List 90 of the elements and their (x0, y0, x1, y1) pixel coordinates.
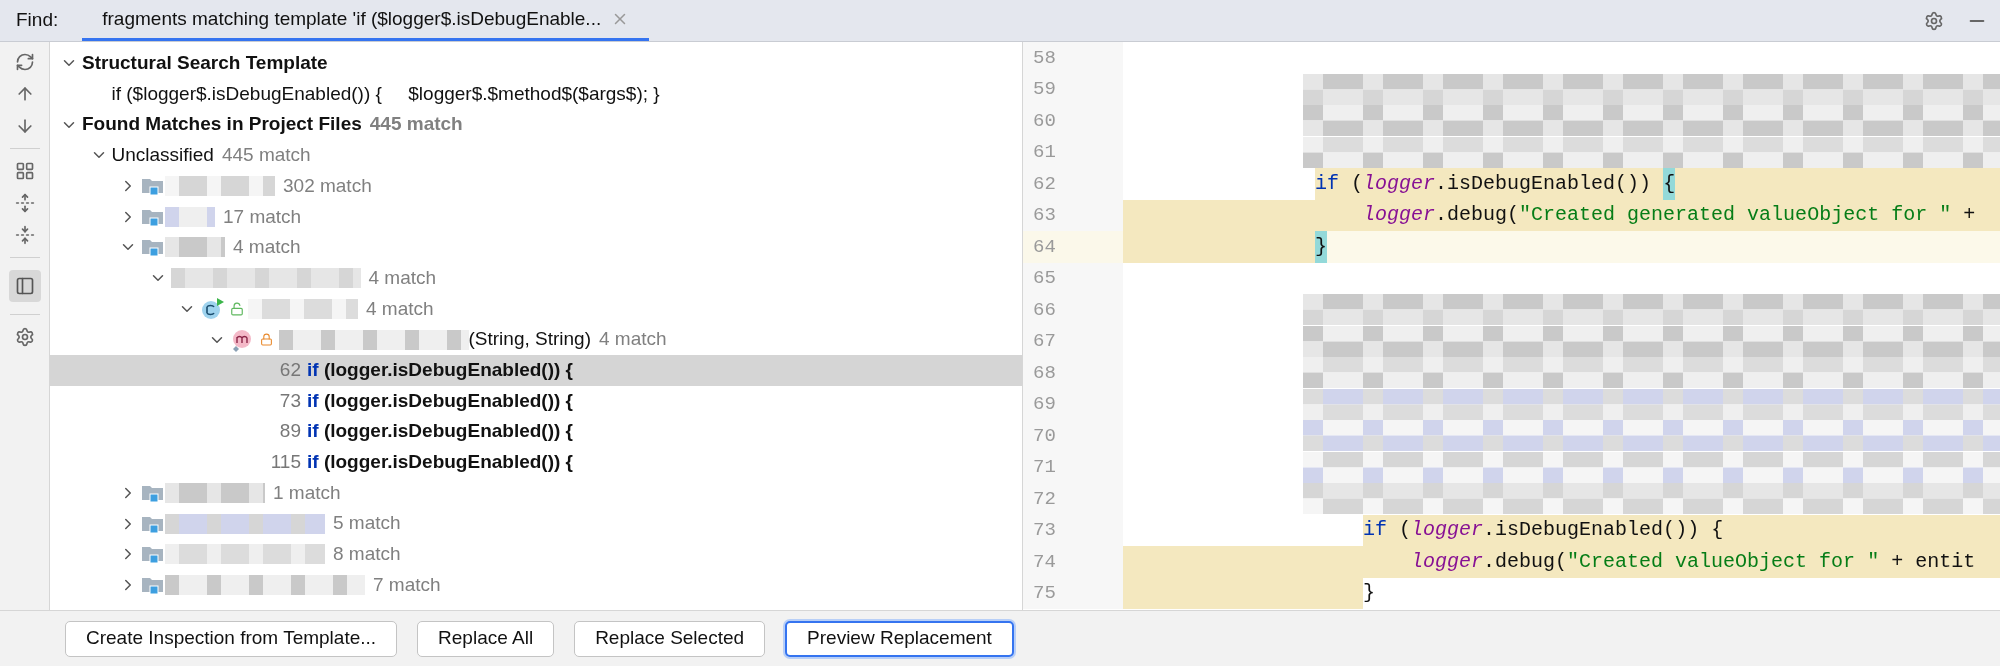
match-count: 7 match (373, 572, 441, 597)
match-count: 302 match (283, 173, 372, 198)
code-line: logger.debug("Created generated valueObject for " + (1123, 199, 2000, 231)
gutter-line-number: 72 (1023, 483, 1123, 515)
gutter-line-number: 63 (1023, 199, 1123, 231)
tab-title: fragments matching template 'if ($logger$.isDebugEnable... (102, 6, 602, 31)
tree-row[interactable]: 7 match (50, 569, 1022, 601)
code-line: if (logger.isDebugEnabled()) { (1123, 514, 2000, 546)
settings-icon[interactable] (1924, 10, 1944, 31)
match-count: 4 match (366, 296, 434, 321)
code-line: if (logger.isDebugEnabled()) { (1123, 168, 2000, 200)
match-count: 1 match (273, 480, 341, 505)
action-button[interactable]: Replace Selected (574, 620, 766, 657)
tree-row[interactable]: if ($logger$.isDebugEnabled()) { $logger$.$method$($args$); } (50, 78, 1022, 110)
action-button[interactable]: Create Inspection from Template... (65, 620, 398, 657)
match-row[interactable]: 115 if (logger.isDebugEnabled()) { (50, 446, 1022, 478)
redacted-text (165, 237, 225, 258)
gutter-line-number: 69 (1023, 388, 1123, 420)
find-label: Find: (16, 8, 59, 33)
panel-icon (14, 276, 35, 296)
gutter-line-number: 66 (1023, 294, 1123, 326)
gutter-line-number: 70 (1023, 420, 1123, 452)
match-code: if (logger.isDebugEnabled()) { (307, 357, 573, 382)
search-tab[interactable]: fragments matching template 'if ($logger$.isDebugEnable... (82, 0, 650, 41)
gutter-line-number: 65 (1023, 262, 1123, 294)
tree-row[interactable]: (String, String) 4 match (50, 324, 1022, 355)
settings-icon[interactable] (14, 327, 35, 347)
gutter-line-number: 75 (1023, 577, 1123, 609)
match-row[interactable]: 73 if (logger.isDebugEnabled()) { (50, 385, 1022, 417)
unlocked-icon (230, 301, 244, 316)
group-label: Unclassified (111, 143, 214, 168)
match-row[interactable]: 89 if (logger.isDebugEnabled()) { (50, 416, 1022, 447)
lock-icon (259, 333, 273, 347)
match-row[interactable]: 62 if (logger.isDebugEnabled()) { (50, 354, 1022, 386)
tree-row[interactable]: Found Matches in Project Files 445 match (50, 109, 1022, 141)
redacted-text (165, 206, 215, 227)
code-line: } (1123, 577, 2000, 609)
folder-icon (141, 237, 165, 258)
gutter-line-number: 74 (1023, 546, 1123, 578)
code-line: logger.debug("Created valueObject for " + entit (1123, 546, 2000, 578)
collapse-all-icon[interactable] (14, 225, 35, 245)
method-signature: (String, String) (468, 327, 591, 352)
match-code: if (logger.isDebugEnabled()) { (307, 419, 573, 444)
section-title: Structural Search Template (82, 51, 328, 76)
match-count: 445 match (369, 112, 463, 137)
line-number: 62 (278, 357, 301, 382)
gutter-line-number: 67 (1023, 325, 1123, 357)
line-number: 115 (269, 450, 301, 475)
match-count: 4 match (233, 235, 301, 260)
tree-row[interactable]: 4 match (50, 262, 1022, 294)
match-count: 8 match (333, 542, 401, 567)
folder-icon (141, 544, 165, 565)
match-code: if (logger.isDebugEnabled()) { (307, 450, 573, 475)
tree-row[interactable]: 1 match (50, 477, 1022, 509)
match-count: 4 match (368, 265, 437, 290)
tree-row[interactable]: 8 match (50, 539, 1022, 570)
tree-row[interactable]: 17 match (50, 201, 1022, 233)
code-line: } (1123, 231, 2000, 263)
tree-row[interactable]: 4 match (50, 293, 1022, 325)
class-icon (200, 296, 226, 321)
gutter-line-number: 58 (1023, 42, 1123, 74)
folder-icon (141, 176, 165, 197)
expand-all-icon[interactable] (14, 193, 35, 213)
gutter-line-number: 71 (1023, 451, 1123, 483)
match-count: 445 match (221, 143, 311, 168)
refresh-icon[interactable] (14, 52, 35, 72)
match-count: 17 match (223, 204, 302, 229)
preview-toggle[interactable] (8, 270, 41, 302)
match-count: 5 match (333, 511, 401, 536)
gutter-line-number: 61 (1023, 136, 1123, 168)
folder-icon (141, 575, 165, 596)
action-button[interactable]: Preview Replacement (785, 620, 1014, 657)
group-by-icon[interactable] (14, 161, 35, 181)
match-code: if (logger.isDebugEnabled()) { (307, 388, 573, 413)
gutter-line-number: 60 (1023, 105, 1123, 137)
line-number: 89 (278, 419, 301, 444)
template-text: if ($logger$.isDebugEnabled()) { $logger$.$method$($args$); } (111, 81, 660, 106)
line-number: 73 (278, 388, 301, 413)
gutter-line-number: 73 (1023, 514, 1123, 546)
gutter-line-number: 68 (1023, 357, 1123, 389)
tree-row[interactable]: 302 match (50, 170, 1022, 202)
tree-row[interactable]: Unclassified 445 match (50, 140, 1022, 171)
gutter-line-number: 59 (1023, 73, 1123, 105)
tree-row[interactable]: 5 match (50, 508, 1022, 539)
match-count: 4 match (599, 327, 667, 352)
gutter-line-number: 62 (1023, 168, 1123, 200)
section-title: Found Matches in Project Files (82, 112, 362, 137)
tree-row[interactable]: 4 match (50, 232, 1022, 263)
tree-row[interactable]: Structural Search Template (50, 48, 1022, 79)
action-button[interactable]: Replace All (417, 620, 555, 657)
